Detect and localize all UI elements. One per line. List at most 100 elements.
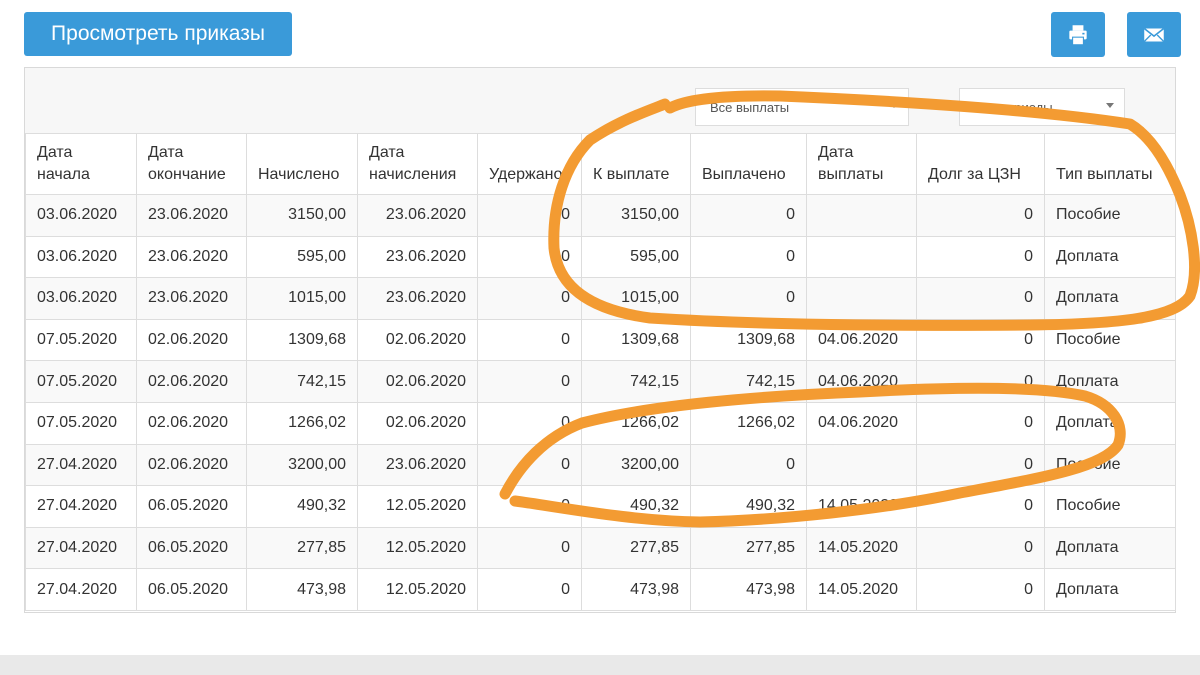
column-header[interactable]: Дата начала — [25, 133, 137, 195]
end-date-cell: 06.05.2020 — [136, 568, 247, 611]
start-date-cell: 03.06.2020 — [25, 235, 137, 279]
accrual-date-cell: 02.06.2020 — [357, 360, 478, 403]
mail-button[interactable] — [1127, 12, 1181, 57]
paid-cell: 1266,02 — [690, 401, 807, 445]
filter-bar: Все выплаты Все периоды — [25, 68, 1175, 134]
table-row[interactable]: 07.05.2020 02.06.2020 1309,68 02.06.2020 0 13… — [25, 318, 1176, 362]
debt-cell: 0 — [916, 443, 1045, 487]
print-button[interactable] — [1051, 12, 1105, 57]
payment-date-cell: 04.06.2020 — [806, 318, 917, 362]
paid-cell: 473,98 — [690, 568, 807, 611]
to-pay-cell: 3150,00 — [581, 194, 691, 237]
payment-date-cell: 14.05.2020 — [806, 526, 917, 570]
withheld-cell: 0 — [477, 194, 582, 237]
column-header[interactable]: Дата начисления — [357, 133, 478, 195]
paid-cell: 0 — [690, 235, 807, 279]
end-date-cell: 23.06.2020 — [136, 277, 247, 320]
start-date-cell: 07.05.2020 — [25, 401, 137, 445]
table-row[interactable]: 27.04.2020 02.06.2020 3200,00 23.06.2020 0 32… — [25, 443, 1176, 487]
envelope-icon — [1143, 27, 1165, 42]
payment-type-cell: Пособие — [1044, 318, 1176, 362]
accrual-date-cell: 23.06.2020 — [357, 443, 478, 487]
accrued-cell: 3200,00 — [246, 443, 358, 487]
end-date-cell: 23.06.2020 — [136, 235, 247, 279]
start-date-cell: 27.04.2020 — [25, 443, 137, 487]
table-row[interactable]: 27.04.2020 06.05.2020 277,85 12.05.2020 0 277… — [25, 526, 1176, 570]
payment-date-cell: 14.05.2020 — [806, 485, 917, 528]
to-pay-cell: 3200,00 — [581, 443, 691, 487]
view-orders-button[interactable]: Просмотреть приказы — [24, 12, 292, 56]
column-header[interactable]: Удержано — [477, 133, 582, 195]
to-pay-cell: 473,98 — [581, 568, 691, 611]
payment-type-cell: Доплата — [1044, 526, 1176, 570]
accrued-cell: 595,00 — [246, 235, 358, 279]
table-header-row: Дата начала Дата окончание Начислено Дат… — [25, 133, 1176, 195]
payment-type-cell: Пособие — [1044, 443, 1176, 487]
to-pay-cell: 595,00 — [581, 235, 691, 279]
to-pay-cell: 490,32 — [581, 485, 691, 528]
accrual-date-cell: 02.06.2020 — [357, 401, 478, 445]
payments-filter-value: Все выплаты — [710, 99, 790, 115]
payment-date-cell — [806, 194, 917, 237]
table-row[interactable]: 03.06.2020 23.06.2020 1015,00 23.06.2020 0 10… — [25, 277, 1176, 320]
end-date-cell: 06.05.2020 — [136, 526, 247, 570]
start-date-cell: 03.06.2020 — [25, 277, 137, 320]
debt-cell: 0 — [916, 360, 1045, 403]
column-header[interactable]: К выплате — [581, 133, 691, 195]
table-row[interactable]: 03.06.2020 23.06.2020 595,00 23.06.2020 0 595… — [25, 235, 1176, 279]
accrued-cell: 490,32 — [246, 485, 358, 528]
withheld-cell: 0 — [477, 485, 582, 528]
withheld-cell: 0 — [477, 443, 582, 487]
start-date-cell: 27.04.2020 — [25, 485, 137, 528]
payment-type-cell: Доплата — [1044, 277, 1176, 320]
payment-type-cell: Доплата — [1044, 360, 1176, 403]
column-header[interactable]: Выплачено — [690, 133, 807, 195]
payment-type-cell: Пособие — [1044, 194, 1176, 237]
accrued-cell: 3150,00 — [246, 194, 358, 237]
column-header[interactable]: Тип выплаты — [1044, 133, 1176, 195]
accrued-cell: 277,85 — [246, 526, 358, 570]
accrued-cell: 1015,00 — [246, 277, 358, 320]
debt-cell: 0 — [916, 235, 1045, 279]
payment-date-cell: 14.05.2020 — [806, 568, 917, 611]
accrual-date-cell: 12.05.2020 — [357, 526, 478, 570]
column-header[interactable]: Долг за ЦЗН — [916, 133, 1045, 195]
withheld-cell: 0 — [477, 235, 582, 279]
start-date-cell: 03.06.2020 — [25, 194, 137, 237]
table-body: 03.06.2020 23.06.2020 3150,00 23.06.2020 0 31… — [25, 194, 1176, 611]
payment-date-cell: 04.06.2020 — [806, 401, 917, 445]
periods-filter-select[interactable]: Все периоды — [959, 88, 1125, 126]
start-date-cell: 27.04.2020 — [25, 526, 137, 570]
end-date-cell: 02.06.2020 — [136, 318, 247, 362]
end-date-cell: 02.06.2020 — [136, 443, 247, 487]
periods-filter-value: Все периоды — [974, 99, 1053, 115]
accrued-cell: 473,98 — [246, 568, 358, 611]
column-header[interactable]: Дата окончание — [136, 133, 247, 195]
column-header[interactable]: Дата выплаты — [806, 133, 917, 195]
payments-filter-select[interactable]: Все выплаты — [695, 88, 909, 126]
table-row[interactable]: 27.04.2020 06.05.2020 473,98 12.05.2020 0 473… — [25, 568, 1176, 611]
payments-table: Дата начала Дата окончание Начислено Дат… — [25, 133, 1176, 611]
withheld-cell: 0 — [477, 360, 582, 403]
column-header[interactable]: Начислено — [246, 133, 358, 195]
debt-cell: 0 — [916, 485, 1045, 528]
accrued-cell: 1309,68 — [246, 318, 358, 362]
accrued-cell: 1266,02 — [246, 401, 358, 445]
table-row[interactable]: 03.06.2020 23.06.2020 3150,00 23.06.2020 0 31… — [25, 194, 1176, 237]
debt-cell: 0 — [916, 568, 1045, 611]
debt-cell: 0 — [916, 526, 1045, 570]
accrued-cell: 742,15 — [246, 360, 358, 403]
payment-date-cell — [806, 235, 917, 279]
paid-cell: 0 — [690, 443, 807, 487]
table-row[interactable]: 07.05.2020 02.06.2020 1266,02 02.06.2020 0 12… — [25, 401, 1176, 445]
table-row[interactable]: 27.04.2020 06.05.2020 490,32 12.05.2020 0 490… — [25, 485, 1176, 528]
footer-strip — [0, 655, 1200, 675]
withheld-cell: 0 — [477, 401, 582, 445]
payment-type-cell: Доплата — [1044, 235, 1176, 279]
paid-cell: 0 — [690, 277, 807, 320]
table-row[interactable]: 07.05.2020 02.06.2020 742,15 02.06.2020 0 742… — [25, 360, 1176, 403]
to-pay-cell: 742,15 — [581, 360, 691, 403]
accrual-date-cell: 12.05.2020 — [357, 485, 478, 528]
payments-table-wrap: Дата начала Дата окончание Начислено Дат… — [25, 133, 1176, 611]
paid-cell: 1309,68 — [690, 318, 807, 362]
